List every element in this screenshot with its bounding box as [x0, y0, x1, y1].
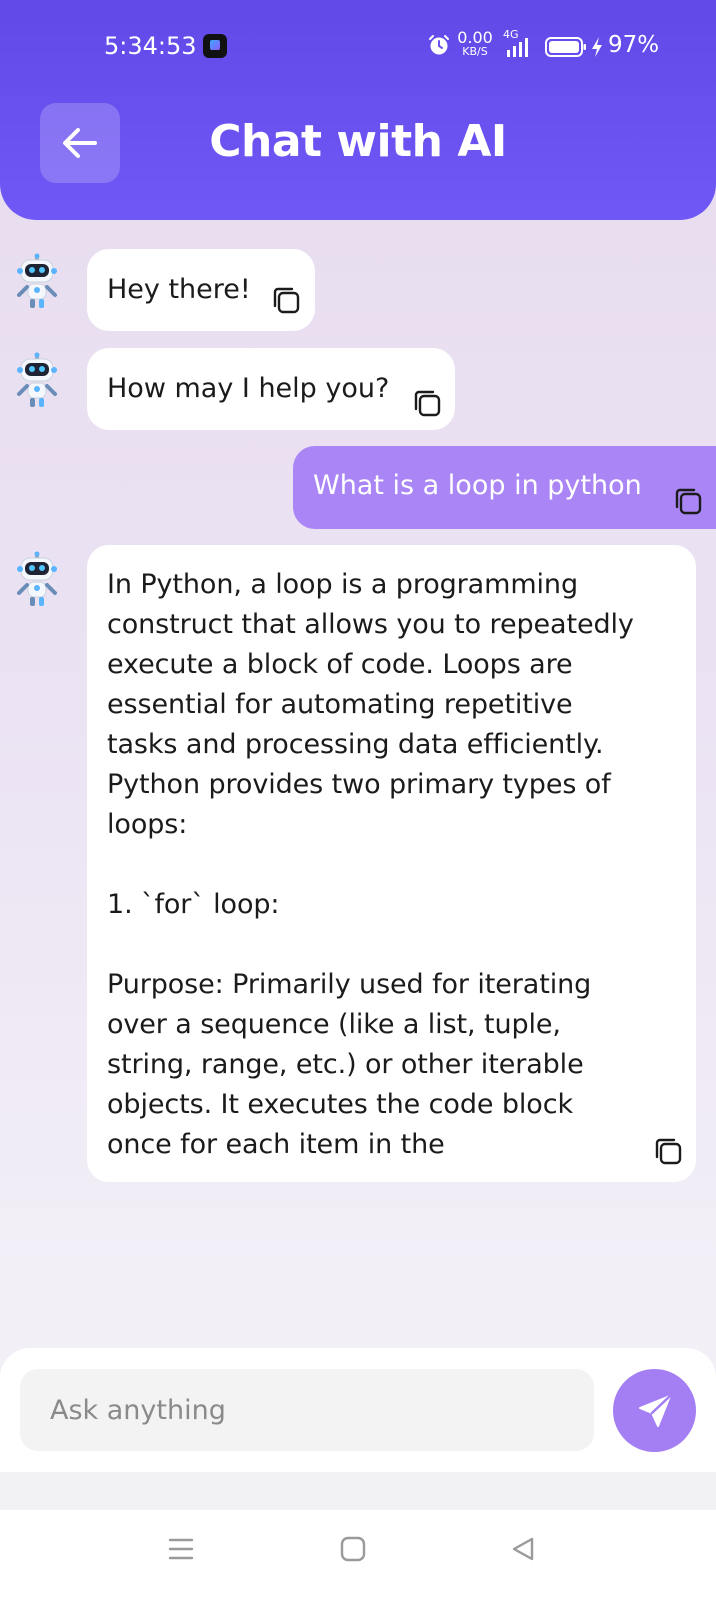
bot-message: In Python, a loop is a programming const… — [87, 545, 696, 1182]
system-nav-bar — [0, 1510, 716, 1600]
ask-input[interactable] — [20, 1369, 594, 1451]
alarm-icon — [429, 35, 449, 55]
signal-icon — [507, 38, 528, 57]
copy-icon[interactable] — [674, 487, 702, 515]
copy-icon[interactable] — [272, 286, 300, 314]
battery-percent: 97% — [608, 32, 660, 58]
copy-icon[interactable] — [413, 389, 441, 417]
copy-icon[interactable] — [654, 1137, 682, 1165]
paper-plane-icon — [638, 1394, 671, 1427]
status-bar: 5:34:53 0.00 KB/S 4G 97% — [0, 28, 716, 64]
recent-apps-icon[interactable] — [168, 1536, 194, 1562]
net-speed: 0.00 KB/S — [456, 28, 494, 58]
home-icon[interactable] — [340, 1536, 366, 1562]
net-speed-value: 0.00 — [457, 28, 493, 47]
notification-app-icon — [203, 34, 227, 58]
input-panel — [0, 1348, 716, 1472]
message-text: How may I help you? — [107, 373, 390, 404]
bot-message: How may I help you? — [87, 348, 455, 430]
robot-icon — [16, 551, 58, 609]
user-message: What is a loop in python — [293, 446, 716, 529]
charging-icon — [592, 37, 602, 57]
bot-message: Hey there! — [87, 249, 315, 331]
page-title: Chat with AI — [209, 116, 507, 167]
send-button[interactable] — [613, 1369, 696, 1452]
robot-icon — [16, 253, 58, 311]
message-text: Hey there! — [107, 274, 251, 305]
robot-icon — [16, 352, 58, 410]
message-text: What is a loop in python — [313, 470, 642, 501]
net-speed-unit: KB/S — [462, 45, 488, 58]
status-time: 5:34:53 — [104, 32, 197, 60]
back-triangle-icon[interactable] — [510, 1536, 536, 1562]
message-text: In Python, a loop is a programming const… — [107, 569, 634, 1160]
battery-icon — [545, 37, 586, 57]
bottom-strip — [0, 1472, 716, 1510]
app-header: 5:34:53 0.00 KB/S 4G 97% Chat with AI — [0, 0, 716, 220]
